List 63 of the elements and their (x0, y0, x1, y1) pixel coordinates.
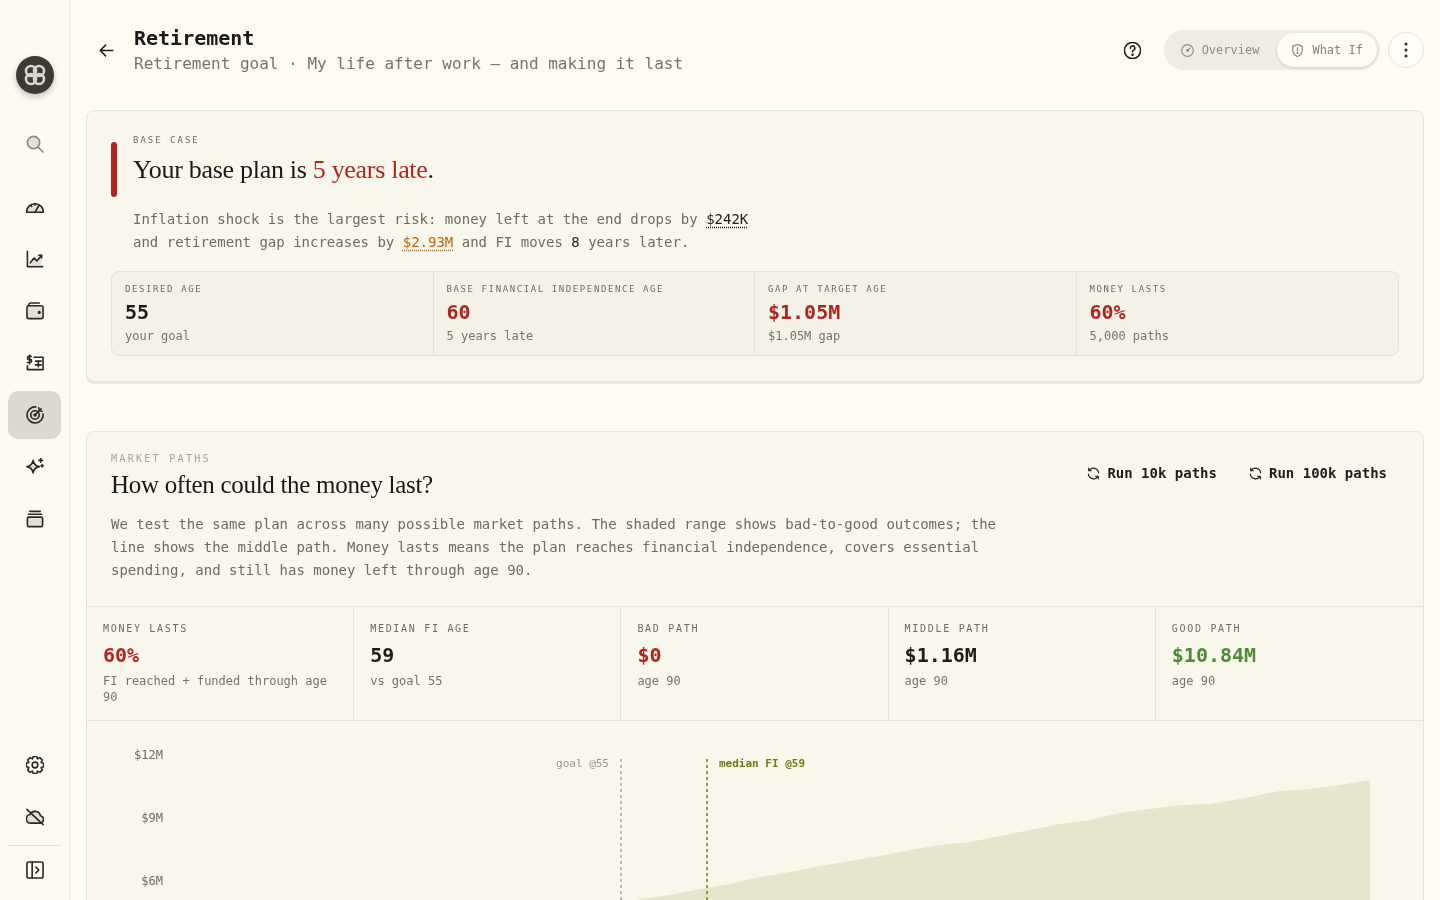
stat-value: 60% (1089, 300, 1127, 324)
stat-note: age 90 (637, 673, 682, 689)
shield-icon (1291, 43, 1305, 57)
help-icon (1124, 41, 1142, 59)
stat-note: $1.05M gap (768, 328, 842, 344)
logo-icon[interactable] (15, 56, 54, 94)
stack-icon (25, 510, 44, 528)
stat-value: $10.84M (1171, 643, 1258, 667)
stat-label: BASE FINANCIAL INDEPENDENCE AGE (446, 283, 666, 295)
section-title: How often could the money last? (111, 470, 433, 500)
back-arrow-icon (97, 41, 115, 59)
search-icon (25, 135, 44, 153)
stat-value: 59 (370, 643, 396, 667)
help-button[interactable] (1121, 39, 1144, 61)
refresh-icon (1249, 466, 1262, 480)
run-paths-button[interactable]: Run 10k paths (1077, 457, 1227, 489)
stat-label: BAD PATH (637, 623, 701, 635)
stat-note: age 90 (904, 673, 949, 689)
headline: Your base plan is 5 years late. (133, 154, 434, 186)
stat-note: 5,000 paths (1089, 328, 1170, 344)
alert-bar (111, 142, 117, 197)
stat-note: age 90 (1171, 673, 1217, 689)
y-axis-label: $6M (141, 873, 163, 888)
cloud-off-icon (25, 808, 44, 826)
page-subtitle: Retirement goal · My life after work — and making it last (134, 52, 684, 75)
refresh-icon (1087, 466, 1101, 480)
stat-label: GOOD PATH (1171, 623, 1243, 635)
stat-label: DESIRED AGE (125, 283, 204, 295)
stat-note: your goal (125, 328, 192, 344)
stat-value: 60% (103, 643, 141, 667)
risk-summary: Inflation shock is the largest risk: money left at the end drops by $242K and retirement gap increases by $2.93M and FI moves 8 years later. (133, 210, 750, 252)
y-axis-label: $12M (134, 747, 163, 762)
stat-label: MONEY LASTS (103, 623, 189, 635)
sparkle-icon (25, 458, 44, 476)
stat-label: MIDDLE PATH (904, 623, 991, 635)
dollar-list-icon (25, 354, 44, 372)
stat-label: GAP AT TARGET AGE (768, 283, 889, 295)
y-axis-label: $9M (141, 810, 163, 825)
sidebar-item[interactable] (8, 391, 61, 439)
view-tab[interactable]: What If (1277, 33, 1377, 67)
stat-note: 5 years late (446, 328, 535, 344)
median-marker-label: median FI @59 (719, 757, 806, 770)
dial-icon (1180, 43, 1194, 57)
wallet-icon (25, 302, 44, 320)
stat-value: 55 (125, 300, 151, 324)
page-title: Retirement (134, 24, 256, 51)
sidebar-toggle-icon (25, 861, 44, 879)
section-eyebrow: BASE CASE (133, 134, 201, 147)
stat-value: $0 (637, 643, 663, 667)
description-text: We test the same plan across many possible market paths. The shaded range shows bad-to-good outcomes; the line shows the middle path. Money lasts means the plan reaches financial independence, covers essential spending, and still has money left through age 90. (111, 515, 997, 580)
stat-value: $1.05M (768, 300, 842, 324)
goal-marker-label: goal @55 (556, 757, 609, 770)
stat-value: $1.16M (904, 643, 978, 667)
stat-note: vs goal 55 (370, 673, 444, 689)
stat-note: FI reached + funded through age 90 (103, 673, 328, 705)
target-icon (25, 406, 44, 424)
stat-label: MEDIAN FI AGE (370, 623, 472, 635)
stat-value: 60 (446, 300, 472, 324)
run-paths-button[interactable]: Run 100k paths (1239, 457, 1397, 489)
section-eyebrow: MARKET PATHS (111, 452, 212, 466)
line-chart-icon (25, 250, 44, 268)
settings-icon (25, 756, 44, 774)
stat-label: MONEY LASTS (1089, 283, 1168, 295)
